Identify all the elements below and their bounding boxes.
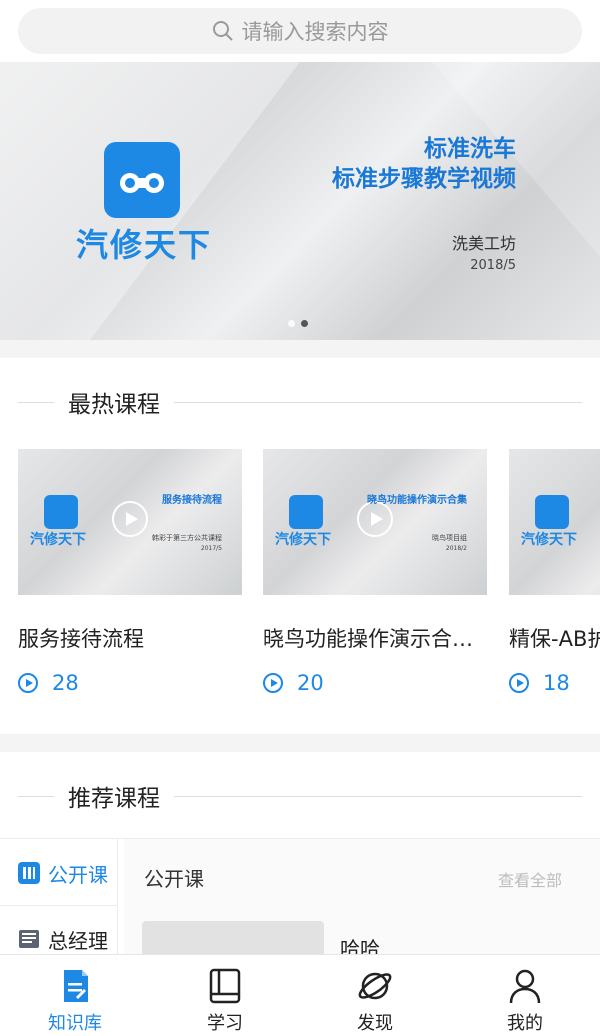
divider — [18, 795, 54, 797]
banner-carousel[interactable]: 汽修天下 标准洗车 标准步骤教学视频 洗美工坊 2018/5 — [0, 62, 600, 340]
divider — [0, 905, 118, 906]
brand-logo-icon — [289, 495, 323, 529]
search-area: 请输入搜索内容 — [0, 0, 600, 62]
play-icon — [112, 501, 148, 537]
tab-label: 知识库 — [48, 1013, 102, 1034]
planet-icon — [358, 972, 392, 1000]
course-card[interactable]: 汽修天下 精保-AB护 18 — [509, 449, 600, 695]
play-count: 18 — [509, 671, 600, 695]
hot-section-header: 最热课程 — [0, 382, 600, 422]
search-placeholder: 请输入搜索内容 — [241, 20, 389, 44]
play-count-value: 18 — [543, 671, 570, 695]
recommend-category-title: 公开课 — [144, 867, 204, 891]
divider — [18, 401, 54, 403]
play-count-icon — [263, 673, 283, 693]
course-title: 服务接待流程 — [18, 627, 144, 651]
banner-facet — [432, 62, 600, 257]
carousel-dot[interactable] — [288, 320, 295, 327]
thumb-logo-text: 汽修天下 — [30, 532, 86, 548]
divider — [174, 401, 582, 403]
play-count-value: 28 — [52, 671, 79, 695]
view-all-link[interactable]: 查看全部 — [498, 867, 562, 891]
search-input[interactable]: 请输入搜索内容 — [18, 8, 582, 54]
thumb-subtitle: 晓鸟项目组 — [432, 534, 467, 542]
recommend-sidebar: 公开课 总经理 — [0, 839, 118, 955]
play-count-icon — [509, 673, 529, 693]
course-card[interactable]: 汽修天下 晓鸟功能操作演示合集 晓鸟项目组 2018/2 晓鸟功能操作演示合… … — [263, 449, 487, 695]
recommend-area: 公开课 总经理 公开课 查看全部 哈哈 — [0, 838, 600, 961]
sidebar-item-label: 公开课 — [48, 862, 108, 887]
document-stack-icon — [19, 930, 39, 948]
course-card[interactable]: 汽修天下 服务接待流程 韩彩于第三方公共课程 2017/5 服务接待流程 28 — [18, 449, 242, 695]
book-icon — [209, 968, 241, 1004]
banner-title-line2: 标准步骤教学视频 — [332, 166, 516, 192]
tab-label: 学习 — [207, 1013, 243, 1034]
course-thumbnail: 汽修天下 — [509, 449, 600, 595]
banner-title: 标准洗车 标准步骤教学视频 — [332, 134, 516, 194]
carousel-dot-active[interactable] — [301, 320, 308, 327]
play-icon — [357, 501, 393, 537]
sidebar-item-public-course[interactable]: 公开课 — [0, 841, 118, 905]
thumb-date: 2018/2 — [445, 545, 467, 552]
document-icon — [64, 970, 88, 1002]
search-icon — [212, 21, 233, 41]
recommend-section-header: 推荐课程 — [0, 776, 600, 816]
thumb-title: 服务接待流程 — [162, 495, 222, 506]
user-icon — [509, 969, 541, 1004]
bottom-tab-bar: 知识库 学习 发现 我的 — [0, 954, 600, 1036]
brand-logo-text: 汽修天下 — [76, 226, 213, 264]
thumb-title: 晓鸟功能操作演示合集 — [367, 495, 467, 506]
brand-logo-icon — [535, 495, 569, 529]
hot-section-title: 最热课程 — [68, 392, 160, 418]
play-count-value: 20 — [297, 671, 324, 695]
banner-author: 洗美工坊 — [451, 234, 516, 253]
thumb-date: 2017/5 — [200, 545, 222, 552]
play-count: 28 — [18, 671, 242, 695]
tab-label: 发现 — [357, 1013, 393, 1034]
brand-logo-icon — [44, 495, 78, 529]
divider — [174, 795, 582, 797]
banner-title-line1: 标准洗车 — [424, 136, 516, 162]
course-title: 精保-AB护 — [509, 627, 600, 651]
tab-mine[interactable]: 我的 — [450, 955, 600, 1036]
recommend-section-title: 推荐课程 — [68, 786, 160, 812]
course-title: 晓鸟功能操作演示合… — [263, 627, 473, 651]
course-thumbnail: 汽修天下 晓鸟功能操作演示合集 晓鸟项目组 2018/2 — [263, 449, 487, 595]
course-thumbnail: 汽修天下 服务接待流程 韩彩于第三方公共课程 2017/5 — [18, 449, 242, 595]
thumb-logo-text: 汽修天下 — [275, 532, 331, 548]
recommend-main: 公开课 查看全部 哈哈 — [124, 839, 600, 961]
thumb-subtitle: 韩彩于第三方公共课程 — [152, 534, 222, 542]
book-shelf-icon — [18, 862, 40, 884]
tab-label: 我的 — [507, 1013, 543, 1034]
brand-logo-icon — [104, 142, 180, 218]
section-gap — [0, 734, 600, 752]
carousel-dots — [288, 320, 308, 327]
sidebar-item-label: 总经理 — [48, 928, 108, 953]
tab-study[interactable]: 学习 — [150, 955, 300, 1036]
banner-date: 2018/5 — [470, 258, 516, 273]
play-count: 20 — [263, 671, 487, 695]
section-gap — [0, 340, 600, 358]
thumb-logo-text: 汽修天下 — [521, 532, 577, 548]
tab-discover[interactable]: 发现 — [300, 955, 450, 1036]
tab-knowledge-base[interactable]: 知识库 — [0, 955, 150, 1036]
play-count-icon — [18, 673, 38, 693]
